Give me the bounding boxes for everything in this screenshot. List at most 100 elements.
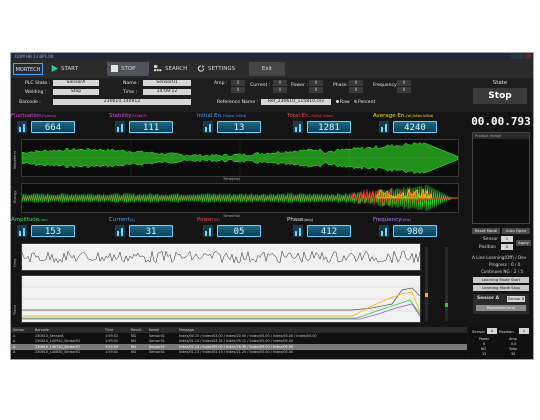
right-panel: 00.00.793 Product Image Reset Mode Auto …: [469, 112, 533, 327]
stat-v4: 30: [511, 352, 516, 356]
metric-name: Power(W): [197, 217, 220, 223]
percent-label: Percent: [358, 100, 376, 105]
energy-plot[interactable]: [21, 183, 459, 213]
title-bar: DOM HB 13 BP1.00: [11, 53, 533, 60]
current-label: Current :: [250, 83, 271, 88]
window-title: DOM HB 13 BP1.00: [15, 54, 54, 59]
gauge-icon: [17, 225, 27, 237]
cell-result: NG: [131, 350, 137, 355]
parameter-field[interactable]: Parameter(mm): [476, 305, 526, 311]
product-image-header: Product Image: [473, 133, 529, 139]
plc-state-value: SensorA: [53, 80, 99, 86]
metric-value: 05: [217, 225, 261, 237]
waveform-chart: [21, 140, 459, 176]
amp-min-input[interactable]: 0: [231, 80, 245, 86]
stop-button[interactable]: STOP: [107, 62, 149, 76]
phase-min-input[interactable]: 0: [349, 80, 363, 86]
sensor-select[interactable]: 1: [501, 236, 513, 242]
frequency-plot[interactable]: [21, 243, 421, 271]
stat-v3: 15: [482, 352, 487, 356]
gauge-icon: [379, 121, 389, 133]
cell-time: 1:59:41: [105, 350, 119, 355]
metric-name: Total En.(%Std,%Ave): [287, 113, 334, 119]
sensor-a-select[interactable]: Sensor 8: [507, 296, 525, 302]
percent-radio[interactable]: Percent: [353, 100, 375, 105]
cell-message: Index/01.13 / Index/03.15 / Index/21.25 …: [179, 350, 294, 355]
frequency-label: Frequency :: [373, 83, 400, 88]
start-label: START: [61, 66, 78, 72]
side-scale: [423, 243, 467, 323]
metric-name: Initial En.(%Ave,%Std): [197, 113, 247, 119]
name-value: Sensor01: [143, 80, 191, 86]
frequency-noise-series: [21, 250, 421, 264]
amp-label: Amp :: [214, 81, 228, 86]
cell-barcode: 230610_140830_Sensor01: [35, 350, 81, 355]
frequency-min-input[interactable]: 0: [397, 80, 411, 86]
power-max-input[interactable]: 0: [309, 87, 323, 93]
maximize-button[interactable]: [518, 54, 524, 59]
trend-ylabel: Trend: [13, 305, 17, 315]
plc-state-label: PLC State :: [25, 81, 51, 86]
metric-phase: Phase(deg) 412: [287, 217, 367, 239]
search-button[interactable]: SEARCH: [151, 62, 195, 76]
sensor-label: Sensor: [483, 237, 499, 242]
power-label: Power :: [291, 83, 308, 88]
metric-name: Amplitude(um): [11, 217, 48, 223]
gauge-icon: [203, 121, 213, 133]
trend-chart: [22, 286, 421, 320]
apply-button[interactable]: Apply: [516, 240, 531, 246]
amp-max-input[interactable]: 0: [231, 87, 245, 93]
position-select[interactable]: 0: [501, 244, 513, 250]
table-row[interactable]: A 230610_140830_Sensor01 1:59:41 NG Sens…: [11, 350, 467, 356]
frequency-ylabel: Freq.: [13, 258, 17, 267]
result-log: Sensor Barcode Time Result Name Message …: [11, 327, 467, 359]
auto-open-button[interactable]: Auto Open: [502, 228, 530, 234]
metric-current: Current(A) 31: [109, 217, 189, 239]
settings-label: SETTINGS: [208, 66, 236, 72]
metric-name: Frequency(kHz): [373, 217, 411, 223]
start-button[interactable]: START: [51, 62, 103, 76]
app-logo: MORTECH: [13, 63, 43, 75]
raw-radio[interactable]: Raw: [335, 100, 350, 105]
current-min-input[interactable]: 0: [273, 80, 287, 86]
learning-stop-button[interactable]: Learning Mode Stop: [473, 285, 529, 291]
power-min-input[interactable]: 0: [309, 80, 323, 86]
metric-name: Fluctuation(%Amp): [11, 113, 57, 119]
metric-name: Stability(%Std/P): [109, 113, 148, 119]
gauge-icon: [293, 225, 303, 237]
metric-total-energy: Total En.(%Std,%Ave) 1281: [287, 113, 367, 135]
settings-button[interactable]: SETTINGS: [197, 62, 247, 76]
frequency-max-input[interactable]: 0: [397, 87, 411, 93]
state-title: State: [492, 80, 508, 86]
reference-value[interactable]: Ref_230610_115810.csv: [261, 99, 331, 105]
metric-value: 1281: [307, 121, 351, 133]
metric-value: 664: [31, 121, 75, 133]
phase-max-input[interactable]: 0: [349, 87, 363, 93]
minimize-button[interactable]: [511, 54, 517, 59]
learning-start-button[interactable]: Learning Mode Start: [473, 277, 529, 283]
waveform-ylabel: Waveform: [13, 150, 17, 169]
bottom-position-select[interactable]: 1: [519, 328, 529, 334]
metric-amplitude: Amplitude(um) 153: [11, 217, 91, 239]
metric-value: 13: [217, 121, 261, 133]
play-icon: [51, 65, 58, 72]
current-max-input[interactable]: 0: [273, 87, 287, 93]
barcode-value: 230610,140912: [53, 99, 191, 105]
reference-label: Reference Name :: [217, 100, 259, 105]
reset-mode-button[interactable]: Reset Mode: [472, 228, 500, 234]
bottom-status-panel: Sensor A Position 1 Power Amp 0 0.0 NG T…: [469, 327, 533, 359]
stat-col1: Power: [479, 337, 490, 341]
bottom-sensor-select[interactable]: A: [487, 328, 497, 334]
metric-value: 4240: [393, 121, 437, 133]
search-icon: [154, 65, 162, 72]
metric-value: 111: [129, 121, 173, 133]
energy-chart: [21, 184, 459, 212]
waveform-plot[interactable]: [21, 139, 459, 177]
elapsed-timer: 00.00.793: [471, 115, 531, 128]
exit-button[interactable]: Exit: [249, 62, 285, 76]
trend-plot[interactable]: [21, 275, 421, 323]
learning-status: A Line Learning(Off) / Dev: [472, 255, 527, 260]
metric-name: Phase(deg): [287, 217, 314, 223]
info-panel: PLC State : SensorA Name : Sensor01 Weld…: [11, 78, 467, 112]
close-button[interactable]: [525, 54, 531, 59]
